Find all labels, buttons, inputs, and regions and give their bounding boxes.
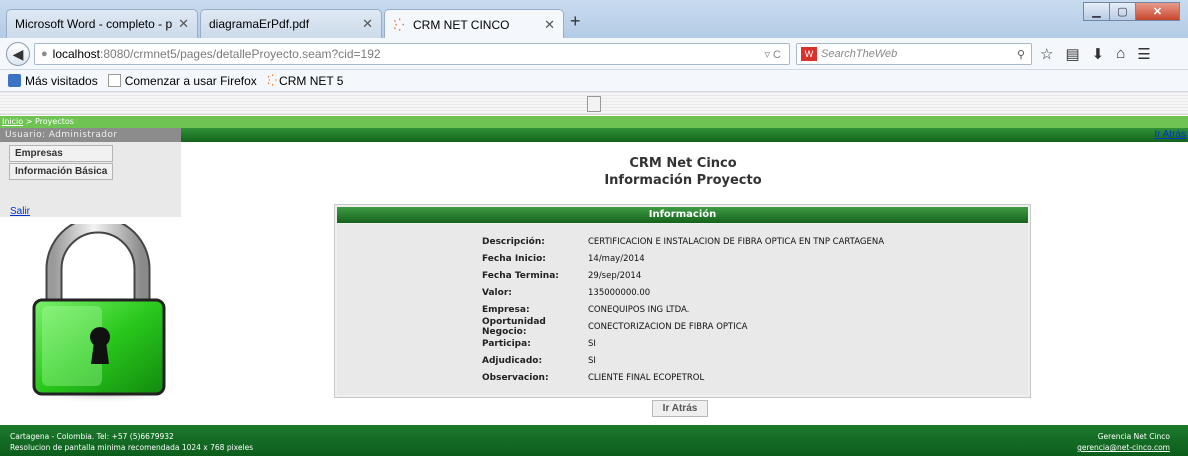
image-placeholder-icon bbox=[587, 96, 601, 112]
search-icon[interactable]: ⚲ bbox=[1017, 48, 1025, 61]
field-value: SI bbox=[588, 355, 596, 366]
search-placeholder: SearchTheWeb bbox=[821, 48, 898, 60]
crm-icon: ⁚⁛ bbox=[266, 75, 277, 87]
page-title: CRM Net Cinco bbox=[629, 156, 737, 171]
logout-link[interactable]: Salir bbox=[10, 206, 30, 217]
home-icon[interactable]: ⌂ bbox=[1116, 45, 1125, 63]
field-value: CLIENTE FINAL ECOPETROL bbox=[588, 372, 705, 383]
menu-item-informacion-basica[interactable]: Información Básica bbox=[9, 163, 113, 180]
field-row-fecha-inicio: Fecha Inicio: 14/may/2014 bbox=[482, 250, 645, 267]
field-value: CONEQUIPOS ING LTDA. bbox=[588, 304, 690, 315]
field-row-adjudicado: Adjudicado: SI bbox=[482, 352, 596, 369]
menu-item-empresas[interactable]: Empresas bbox=[9, 145, 113, 162]
download-icon[interactable]: ⬇ bbox=[1092, 45, 1105, 63]
tab-label: CRM NET CINCO bbox=[413, 17, 510, 32]
search-input[interactable]: W SearchTheWeb ⚲ bbox=[796, 43, 1032, 65]
close-icon[interactable]: ✕ bbox=[178, 16, 189, 32]
field-label: Adjudicado: bbox=[482, 355, 543, 366]
field-value: 135000000.00 bbox=[588, 287, 651, 298]
maximize-icon[interactable]: ▢ bbox=[1109, 2, 1136, 21]
bookmark-label: Más visitados bbox=[25, 73, 98, 88]
bookmark-label: CRM NET 5 bbox=[279, 73, 344, 88]
bookmark-mas-visitados[interactable]: Más visitados bbox=[8, 74, 98, 88]
back-arrow-icon[interactable]: ◀ bbox=[6, 42, 30, 66]
field-row-valor: Valor: 135000000.00 bbox=[482, 284, 650, 301]
field-row-fecha-termina: Fecha Termina: 29/sep/2014 bbox=[482, 267, 641, 284]
close-icon[interactable]: ✕ bbox=[544, 17, 555, 33]
field-value: CERTIFICACION E INSTALACION DE FIBRA OPT… bbox=[588, 236, 885, 247]
field-value: 29/sep/2014 bbox=[588, 270, 642, 281]
minimize-icon[interactable]: ▁ bbox=[1083, 2, 1110, 21]
field-label: Valor: bbox=[482, 287, 512, 298]
globe-icon: ● bbox=[41, 48, 48, 60]
star-icon[interactable]: ☆ bbox=[1040, 45, 1053, 63]
page-header: CRM Net Cinco Información Proyecto bbox=[533, 155, 833, 189]
footer-email-link[interactable]: gerencia@net-cinco.com bbox=[1077, 442, 1170, 453]
field-label: Fecha Inicio: bbox=[482, 253, 546, 264]
footer-contact: Cartagena - Colombia. Tel: +57 (5)667993… bbox=[10, 432, 174, 441]
tab-label: Microsoft Word - completo - p... bbox=[15, 17, 173, 31]
field-label: Fecha Termina: bbox=[482, 270, 559, 281]
loading-icon: ⁚⁛ bbox=[393, 17, 404, 32]
field-row-empresa: Empresa: CONEQUIPOS ING LTDA. bbox=[482, 301, 689, 318]
close-icon[interactable]: ✕ bbox=[362, 16, 373, 32]
folder-icon bbox=[8, 74, 21, 87]
window-controls: ▁ ▢ ✕ bbox=[1083, 2, 1180, 21]
reload-icon[interactable]: ▿ C bbox=[764, 48, 781, 61]
close-window-icon[interactable]: ✕ bbox=[1135, 2, 1180, 21]
tab-word[interactable]: Microsoft Word - completo - p... ✕ bbox=[6, 9, 198, 38]
info-panel: Información Descripción: CERTIFICACION E… bbox=[334, 204, 1031, 398]
field-row-descripcion: Descripción: CERTIFICACION E INSTALACION… bbox=[482, 233, 884, 250]
field-value: CONECTORIZACION DE FIBRA OPTICA bbox=[588, 321, 748, 332]
bookmark-comenzar-firefox[interactable]: Comenzar a usar Firefox bbox=[107, 73, 257, 88]
breadcrumb-separator: > bbox=[23, 117, 35, 126]
footer: Cartagena - Colombia. Tel: +57 (5)667993… bbox=[0, 425, 1188, 456]
field-label: Descripción: bbox=[482, 236, 545, 247]
back-link[interactable]: Ir Atrás bbox=[1154, 129, 1186, 140]
url-host: localhost bbox=[52, 47, 101, 61]
back-button[interactable]: Ir Atrás bbox=[652, 400, 708, 417]
field-label: Observacion: bbox=[482, 372, 549, 383]
toolbar-icons: ☆ ▤ ⬇ ⌂ ☰ bbox=[1040, 45, 1151, 63]
new-tab-icon[interactable]: + bbox=[570, 11, 581, 32]
footer-resolution-note: Resolucion de pantalla minima recomendad… bbox=[10, 443, 254, 452]
field-label: Participa: bbox=[482, 338, 531, 349]
url-path: :8080/crmnet5/pages/detalleProyecto.seam… bbox=[100, 47, 381, 61]
user-label: Usuario: Administrador bbox=[0, 128, 181, 142]
panel-title: Información bbox=[337, 207, 1028, 223]
page-subtitle: Información Proyecto bbox=[604, 173, 762, 188]
field-label: Oportunidad Negocio: bbox=[482, 316, 546, 337]
url-bar[interactable]: ● localhost:8080/crmnet5/pages/detallePr… bbox=[34, 43, 790, 65]
padlock-icon bbox=[22, 224, 182, 404]
field-row-oportunidad-negocio: Oportunidad Negocio: CONECTORIZACION DE … bbox=[482, 316, 748, 337]
footer-company: Gerencia Net Cinco bbox=[1097, 432, 1170, 441]
breadcrumb-current: Proyectos bbox=[34, 117, 74, 126]
field-row-participa: Participa: SI bbox=[482, 335, 596, 352]
field-label: Empresa: bbox=[482, 304, 530, 315]
breadcrumb-home-link[interactable]: Inicio bbox=[2, 117, 23, 126]
tab-label: diagramaErPdf.pdf bbox=[209, 17, 310, 31]
navigation-bar: ◀ ● localhost:8080/crmnet5/pages/detalle… bbox=[0, 38, 1188, 70]
tab-pdf[interactable]: diagramaErPdf.pdf ✕ bbox=[200, 9, 382, 38]
tab-crm[interactable]: ⁚⁛ CRM NET CINCO ✕ bbox=[384, 9, 564, 39]
sidebar: Empresas Información Básica Salir bbox=[0, 142, 182, 425]
reading-list-icon[interactable]: ▤ bbox=[1065, 45, 1079, 63]
footer-left: Cartagena - Colombia. Tel: +57 (5)667993… bbox=[10, 431, 253, 453]
bookmarks-bar: Más visitados Comenzar a usar Firefox ⁚⁛… bbox=[0, 70, 1188, 92]
tab-strip: Microsoft Word - completo - p... ✕ diagr… bbox=[0, 0, 1188, 39]
page-icon bbox=[107, 74, 121, 87]
bookmark-label: Comenzar a usar Firefox bbox=[124, 73, 257, 88]
bookmark-crm-net-5[interactable]: ⁚⁛ CRM NET 5 bbox=[267, 74, 344, 88]
top-green-bar: Ir Atrás bbox=[181, 128, 1188, 142]
menu-icon[interactable]: ☰ bbox=[1137, 45, 1150, 63]
field-value: SI bbox=[588, 338, 596, 349]
field-row-observacion: Observacion: CLIENTE FINAL ECOPETROL bbox=[482, 369, 704, 386]
field-value: 14/may/2014 bbox=[588, 253, 645, 264]
search-engine-icon[interactable]: W bbox=[801, 47, 817, 61]
footer-right: Gerencia Net Cinco gerencia@net-cinco.co… bbox=[1077, 431, 1170, 453]
breadcrumb: Inicio > Proyectos bbox=[0, 116, 1188, 128]
panel-body: Descripción: CERTIFICACION E INSTALACION… bbox=[337, 224, 1028, 395]
